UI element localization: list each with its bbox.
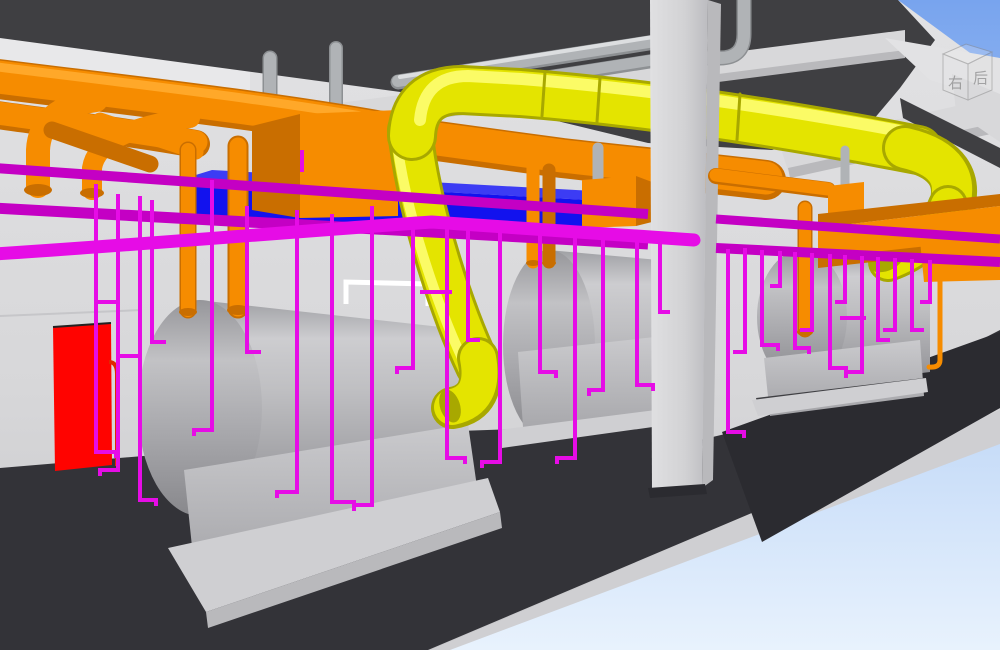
view-cube-left-label[interactable]: 右: [948, 74, 963, 92]
red-door-group[interactable]: [53, 323, 117, 471]
red-door[interactable]: [53, 323, 112, 471]
orange-plenum-mid[interactable]: [582, 176, 636, 228]
view-cube-right-label[interactable]: 后: [973, 69, 988, 87]
orange-plenum-large[interactable]: [252, 114, 300, 218]
storage-tank-2[interactable]: [498, 250, 674, 448]
view-cube[interactable]: 右 后: [943, 44, 992, 100]
model-viewport[interactable]: 右 后: [0, 0, 1000, 650]
scene-canvas[interactable]: 右 后: [0, 0, 1000, 650]
orange-plenum-large-front[interactable]: [300, 110, 398, 218]
